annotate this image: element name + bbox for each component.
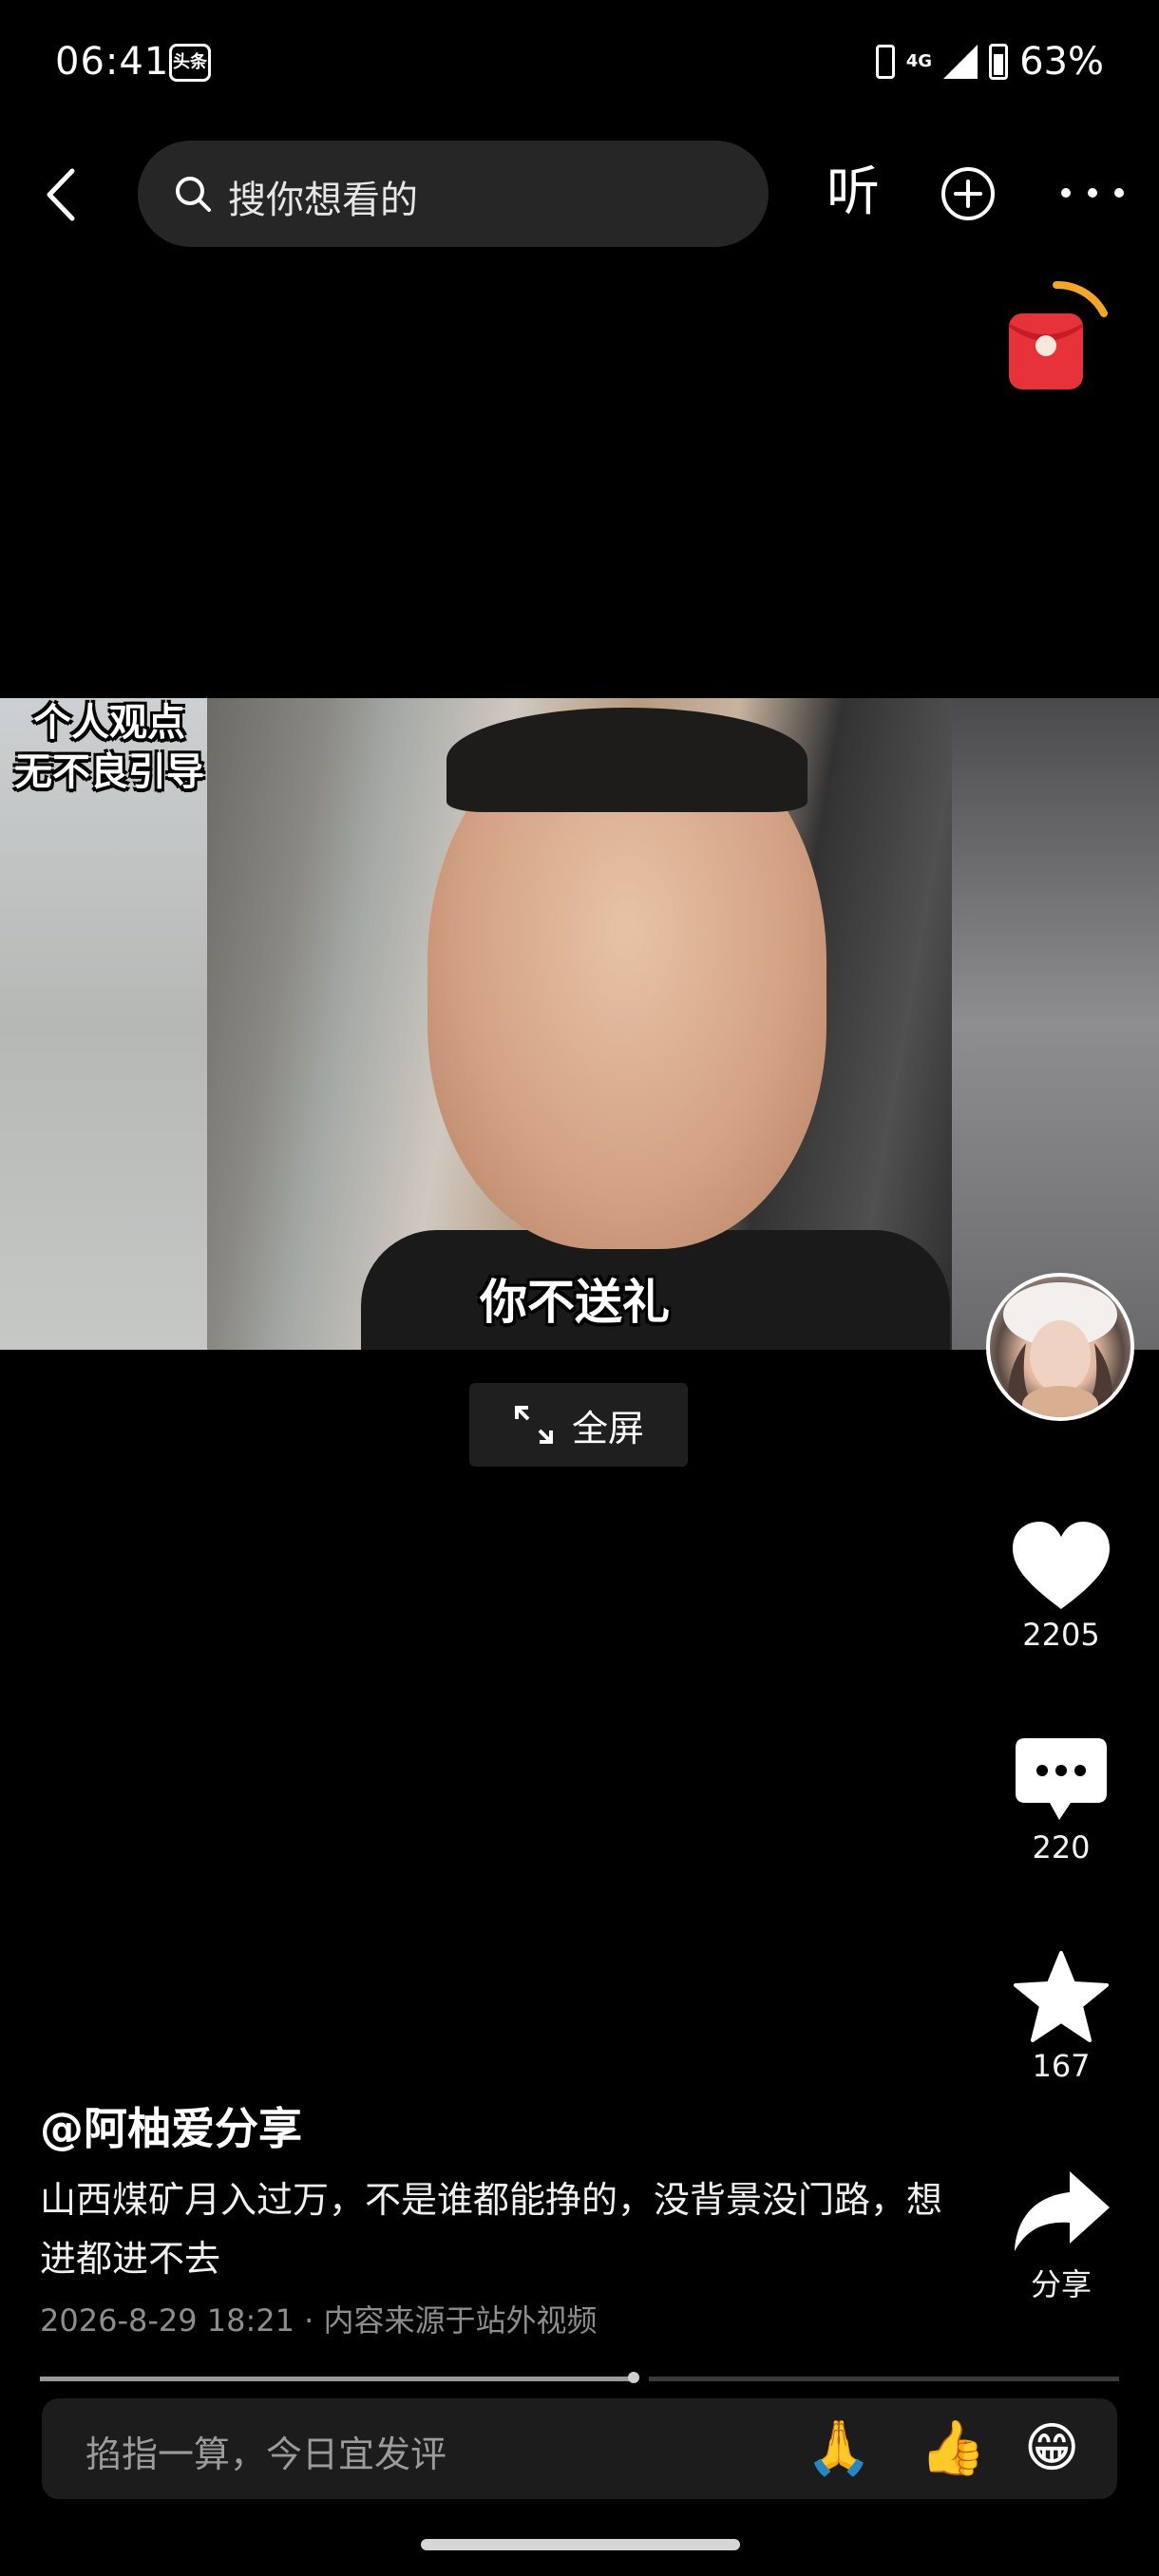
overlay-line-2: 无不良引导 xyxy=(14,750,204,794)
post-meta: 2026-8-29 18:21 · 内容来源于站外视频 xyxy=(40,2302,598,2339)
heart-icon xyxy=(1013,1522,1110,1609)
thumbs-up-emoji-button[interactable]: 👍 xyxy=(920,2415,986,2482)
avatar-image xyxy=(1003,1282,1117,1417)
comment-count: 220 xyxy=(1032,1829,1091,1866)
red-packet-icon xyxy=(1009,280,1108,389)
post-description: 山西煤矿月入过万，不是谁都能挣的，没背景没门路，想进都进不去 xyxy=(40,2179,943,2280)
status-indicators: 4G 63% xyxy=(875,40,1104,84)
comment-input-bar[interactable]: 掐指一算，今日宜发评 🙏 👍 😁 xyxy=(42,2398,1117,2499)
author-avatar[interactable] xyxy=(986,1273,1134,1421)
video-player[interactable]: 个人观点 无不良引导 你不送礼 xyxy=(0,698,1159,1350)
comment-bubble-icon xyxy=(1016,1738,1107,1820)
search-bar[interactable]: 搜你想看的 xyxy=(138,141,769,247)
share-arrow-icon xyxy=(1015,2171,1110,2251)
share-action[interactable]: 分享 xyxy=(998,2166,1125,2304)
comment-placeholder: 掐指一算，今日宜发评 xyxy=(86,2434,447,2475)
red-packet-button[interactable] xyxy=(998,275,1112,408)
chevron-left-icon xyxy=(47,168,75,221)
fullscreen-button[interactable]: 全屏 xyxy=(469,1383,688,1467)
comment-action[interactable]: 220 xyxy=(998,1734,1125,1866)
expand-icon xyxy=(514,1406,553,1444)
like-action[interactable]: 2205 xyxy=(998,1518,1125,1653)
fullscreen-label: 全屏 xyxy=(571,1407,644,1449)
battery-percent: 63% xyxy=(1019,40,1104,84)
share-label: 分享 xyxy=(1030,2266,1092,2302)
more-dots-icon xyxy=(1061,188,1124,198)
search-icon xyxy=(176,177,211,212)
battery-icon xyxy=(989,44,1009,80)
like-count: 2205 xyxy=(1022,1617,1100,1653)
pray-emoji-button[interactable]: 🙏 xyxy=(806,2415,872,2482)
toutiao-app-badge: 头条 xyxy=(169,44,211,82)
video-blur-right xyxy=(952,698,1159,1350)
favorite-action[interactable]: 167 xyxy=(998,1949,1125,2084)
listen-button[interactable]: 听 xyxy=(826,160,880,226)
home-indicator[interactable] xyxy=(421,2539,740,2550)
back-button[interactable] xyxy=(38,161,86,228)
overlay-line-1: 个人观点 xyxy=(33,701,185,745)
video-person-hair xyxy=(446,708,808,812)
star-icon xyxy=(1014,1951,1109,2042)
grin-emoji-button[interactable]: 😁 xyxy=(1024,2415,1079,2482)
signal-icon xyxy=(943,45,978,79)
search-placeholder: 搜你想看的 xyxy=(228,179,418,222)
add-button[interactable] xyxy=(940,166,996,221)
favorite-count: 167 xyxy=(1032,2048,1091,2084)
video-overlay-disclaimer: 个人观点 无不良引导 xyxy=(10,698,209,797)
status-time: 06:41 xyxy=(55,40,170,84)
progress-fill xyxy=(40,2377,634,2381)
video-progress-bar[interactable] xyxy=(40,2372,1119,2383)
hd-icon xyxy=(875,45,895,79)
video-subtitle: 你不送礼 xyxy=(480,1275,670,1330)
author-name[interactable]: @阿柚爱分享 xyxy=(40,2094,302,2157)
plus-circle-icon xyxy=(941,167,995,220)
network-type: 4G xyxy=(905,51,933,71)
progress-knob[interactable] xyxy=(628,2372,639,2383)
more-options-button[interactable] xyxy=(1054,169,1130,217)
